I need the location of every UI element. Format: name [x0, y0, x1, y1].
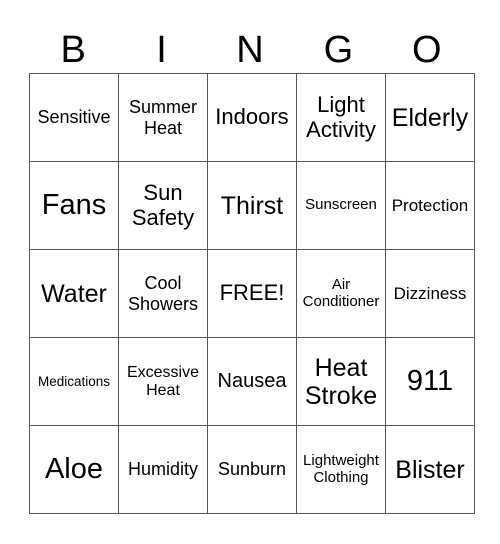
bingo-cell[interactable]: Light Activity — [296, 73, 386, 162]
bingo-cell[interactable]: Water — [29, 249, 119, 338]
bingo-cell[interactable]: Blister — [385, 425, 475, 514]
free-space[interactable]: FREE! — [207, 249, 297, 338]
bingo-cell[interactable]: Excessive Heat — [118, 337, 208, 426]
bingo-cell[interactable]: Medications — [29, 337, 119, 426]
bingo-cell[interactable]: Sun Safety — [118, 161, 208, 250]
header-letter-n: N — [236, 29, 264, 71]
bingo-cell[interactable]: Humidity — [118, 425, 208, 514]
header-letter-g: G — [323, 29, 354, 71]
card-row: Medications Excessive Heat Nausea Heat S… — [29, 337, 475, 426]
card-row: Aloe Humidity Sunburn Lightweight Clothi… — [29, 425, 475, 514]
bingo-cell[interactable]: Cool Showers — [118, 249, 208, 338]
bingo-card: Sensitive Summer Heat Indoors Light Acti… — [29, 73, 475, 514]
bingo-header: B I N G O — [29, 28, 471, 72]
header-letter-i: I — [156, 29, 167, 71]
bingo-cell[interactable]: Dizziness — [385, 249, 475, 338]
bingo-cell[interactable]: Lightweight Clothing — [296, 425, 386, 514]
bingo-cell[interactable]: Air Conditioner — [296, 249, 386, 338]
card-row: Sensitive Summer Heat Indoors Light Acti… — [29, 73, 475, 162]
bingo-cell[interactable]: Protection — [385, 161, 475, 250]
bingo-cell[interactable]: Summer Heat — [118, 73, 208, 162]
bingo-cell[interactable]: Indoors — [207, 73, 297, 162]
bingo-cell[interactable]: Aloe — [29, 425, 119, 514]
card-row: Water Cool Showers FREE! Air Conditioner… — [29, 249, 475, 338]
bingo-cell[interactable]: Elderly — [385, 73, 475, 162]
bingo-cell[interactable]: Fans — [29, 161, 119, 250]
header-letter-b: B — [60, 29, 86, 71]
card-row: Fans Sun Safety Thirst Sunscreen Protect… — [29, 161, 475, 250]
bingo-cell[interactable]: Sunburn — [207, 425, 297, 514]
bingo-cell[interactable]: Sunscreen — [296, 161, 386, 250]
bingo-cell[interactable]: Thirst — [207, 161, 297, 250]
bingo-cell[interactable]: Sensitive — [29, 73, 119, 162]
bingo-cell[interactable]: 911 — [385, 337, 475, 426]
bingo-cell[interactable]: Nausea — [207, 337, 297, 426]
header-letter-o: O — [411, 29, 442, 71]
bingo-cell[interactable]: Heat Stroke — [296, 337, 386, 426]
